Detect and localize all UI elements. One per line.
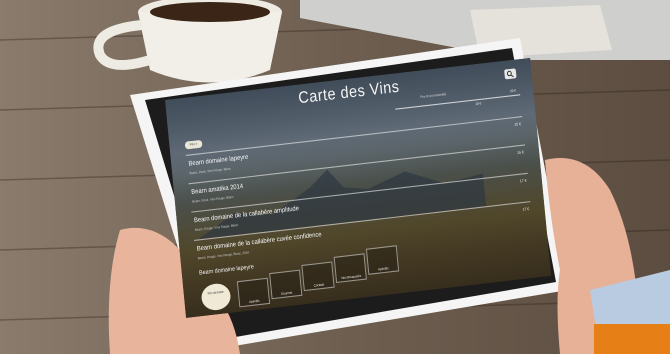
wine-sub: Bearn, Rouge, Vins Rouge, Blanc <box>194 222 239 233</box>
wine-price: 17 € <box>522 206 530 212</box>
filter-tile[interactable]: Apéritifs <box>236 277 271 308</box>
filter-tile[interactable]: Gourmet <box>269 269 303 300</box>
search-icon <box>506 70 514 78</box>
wine-sub: Bearn, Rosé, Vins Rouge, Blanc <box>192 194 234 204</box>
filter-tile[interactable]: Apéritifs <box>365 245 400 275</box>
photo-scene: Carte des Vins Prix (€ par bouteille) 15… <box>0 0 670 354</box>
wine-price: 17 € <box>519 178 527 184</box>
price-min: 15 € <box>475 100 482 106</box>
filter-tile[interactable]: Vins Bouquetés <box>333 253 367 284</box>
orange-corner-block <box>594 324 670 354</box>
price-max: 20 € <box>509 88 517 94</box>
wine-price: 15 € <box>516 150 524 156</box>
filter-tile[interactable]: Cocktail <box>301 261 335 292</box>
wine-name: Bearn domaine lapeyre <box>188 154 249 168</box>
search-button[interactable] <box>504 68 517 80</box>
wine-name: Bearn domaine de la callabère amplitude <box>193 205 300 225</box>
wine-price: 15 € <box>514 121 522 127</box>
wine-name: Bearn amatika 2014 <box>191 183 244 197</box>
tablet-screen: Carte des Vins Prix (€ par bouteille) 15… <box>165 57 552 318</box>
wine-sub: Bearn, Rosé, Vins Rouge, Blanc <box>189 166 232 176</box>
